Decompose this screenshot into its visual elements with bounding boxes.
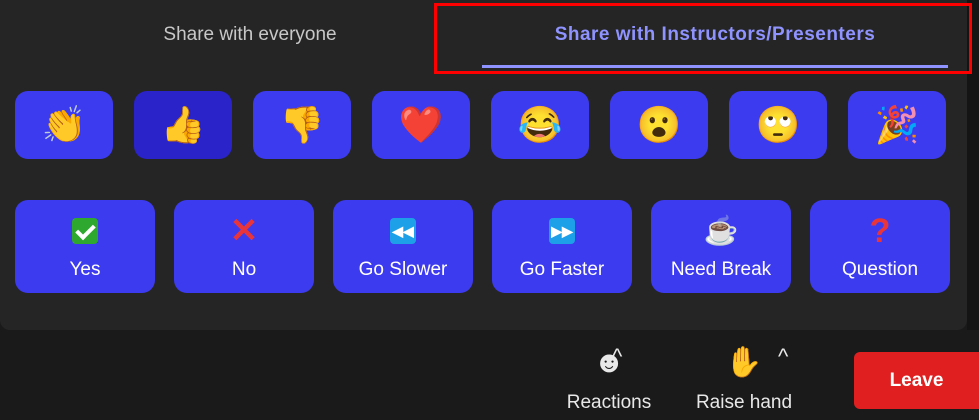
reactions-caret-icon[interactable]: ^ bbox=[612, 344, 622, 370]
leave-button[interactable]: Leave bbox=[854, 352, 979, 409]
surprised-face-icon: 😮 bbox=[636, 104, 682, 145]
reaction-party-button[interactable]: 🎉 bbox=[848, 91, 946, 159]
thumbs-up-icon: 👍 bbox=[160, 104, 206, 145]
party-popper-icon: 🎉 bbox=[874, 104, 920, 145]
thumbs-down-icon: 👎 bbox=[279, 104, 325, 145]
feedback-go-slower-button[interactable]: ◀◀ Go Slower bbox=[333, 200, 473, 293]
check-icon bbox=[72, 213, 98, 249]
raise-hand-label: Raise hand bbox=[695, 392, 793, 413]
fast-forward-icon: ▶▶ bbox=[549, 213, 575, 249]
reaction-thumbs-up-button[interactable]: 👍 bbox=[134, 91, 232, 159]
reactions-icon: ☻ bbox=[593, 346, 625, 379]
coffee-icon: ☕ bbox=[703, 214, 739, 246]
feedback-need-break-label: Need Break bbox=[670, 258, 772, 280]
feedback-go-faster-label: Go Faster bbox=[519, 258, 605, 280]
reaction-joy-button[interactable]: 😂 bbox=[491, 91, 589, 159]
tab-share-with-everyone[interactable]: Share with everyone bbox=[120, 0, 380, 70]
question-mark-icon: ? bbox=[869, 211, 891, 250]
reactions-label: Reactions bbox=[566, 392, 652, 413]
feedback-go-slower-label: Go Slower bbox=[358, 258, 448, 280]
raise-hand-caret-icon[interactable]: ^ bbox=[778, 344, 788, 370]
feedback-go-faster-button[interactable]: ▶▶ Go Faster bbox=[492, 200, 632, 293]
feedback-question-button[interactable]: ? Question bbox=[810, 200, 950, 293]
heart-icon: ❤️ bbox=[398, 104, 444, 145]
feedback-yes-button[interactable]: Yes bbox=[15, 200, 155, 293]
reaction-thumbs-down-button[interactable]: 👎 bbox=[253, 91, 351, 159]
reaction-surprised-button[interactable]: 😮 bbox=[610, 91, 708, 159]
feedback-yes-label: Yes bbox=[69, 258, 101, 280]
reactions-button[interactable]: ☻ Reactions bbox=[556, 348, 662, 414]
feedback-question-label: Question bbox=[841, 258, 919, 280]
feedback-no-label: No bbox=[231, 258, 257, 280]
x-mark-icon: ✕ bbox=[229, 211, 259, 250]
feedback-need-break-button[interactable]: ☕ Need Break bbox=[651, 200, 791, 293]
clapping-hands-icon: 👏 bbox=[41, 104, 87, 145]
eye-roll-icon: 🙄 bbox=[755, 104, 801, 145]
reaction-eye-roll-button[interactable]: 🙄 bbox=[729, 91, 827, 159]
feedback-no-button[interactable]: ✕ No bbox=[174, 200, 314, 293]
tears-of-joy-icon: 😂 bbox=[517, 104, 563, 145]
reaction-heart-button[interactable]: ❤️ bbox=[372, 91, 470, 159]
reaction-clap-button[interactable]: 👏 bbox=[15, 91, 113, 159]
rewind-icon: ◀◀ bbox=[390, 213, 416, 249]
highlight-annotation-box bbox=[434, 3, 972, 74]
